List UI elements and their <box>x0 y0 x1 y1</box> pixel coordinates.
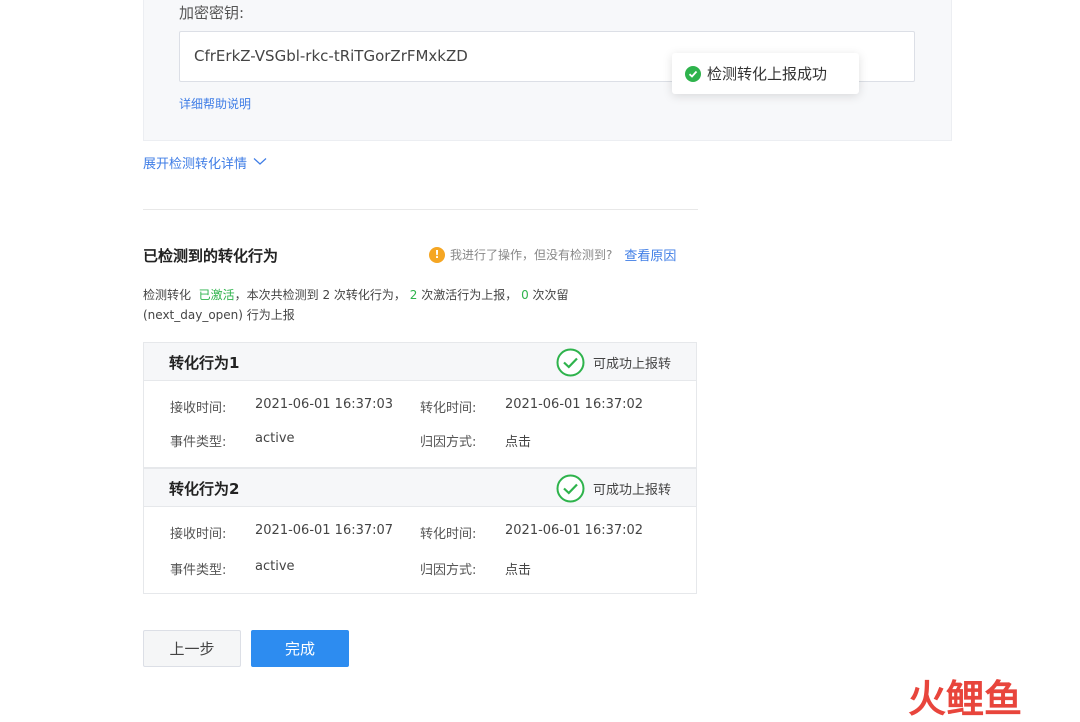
check-circle-icon <box>556 474 585 503</box>
card-title: 转化行为2 <box>169 480 240 498</box>
attribution-value: 点击 <box>505 563 532 578</box>
success-toast: 检测转化上报成功 <box>672 53 859 94</box>
check-circle-icon <box>556 348 585 377</box>
attribution-label: 归因方式: <box>420 435 477 450</box>
event-type-label: 事件类型: <box>170 563 227 578</box>
hint-text: 我进行了操作，但没有检测到? <box>450 248 613 262</box>
convert-time-value: 2021-06-01 16:37:02 <box>505 397 644 412</box>
prev-step-button[interactable]: 上一步 <box>143 630 241 667</box>
receive-time-value: 2021-06-01 16:37:07 <box>255 523 394 538</box>
view-reason-link[interactable]: 查看原因 <box>624 245 676 264</box>
card-header: 转化行为1 可成功上报转 <box>144 343 696 381</box>
convert-time-value: 2021-06-01 16:37:02 <box>505 523 644 538</box>
encryption-key-label: 加密密钥: <box>179 4 245 22</box>
receive-time-label: 接收时间: <box>170 401 227 416</box>
event-type-value: active <box>255 431 295 446</box>
help-link[interactable]: 详细帮助说明 <box>179 95 251 112</box>
expand-details-label: 展开检测转化详情 <box>143 157 248 172</box>
svg-text:火鲤鱼: 火鲤鱼 <box>908 677 1022 718</box>
activation-status: 已激活 <box>198 288 235 302</box>
attribution-label: 归因方式: <box>420 563 477 578</box>
toast-message: 检测转化上报成功 <box>707 65 828 83</box>
event-type-label: 事件类型: <box>170 435 227 450</box>
card-header: 转化行为2 可成功上报转 <box>144 469 696 507</box>
card-status-text: 可成功上报转 <box>592 357 671 372</box>
conversion-card: 转化行为2 可成功上报转 接收时间: 2021-06-01 16:37:07 转… <box>143 468 697 594</box>
not-detected-hint: ! 我进行了操作，但没有检测到? 查看原因 <box>429 245 676 264</box>
receive-time-value: 2021-06-01 16:37:03 <box>255 397 394 412</box>
card-status: 可成功上报转 <box>556 348 671 377</box>
card-status-text: 可成功上报转 <box>592 483 671 498</box>
warning-icon: ! <box>429 246 445 263</box>
convert-time-label: 转化时间: <box>420 401 477 416</box>
section-divider <box>143 209 698 210</box>
success-check-icon <box>685 65 701 82</box>
receive-time-label: 接收时间: <box>170 527 227 542</box>
detected-section-title: 已检测到的转化行为 <box>143 247 279 265</box>
done-button[interactable]: 完成 <box>251 630 349 667</box>
chevron-down-icon <box>253 155 267 170</box>
convert-time-label: 转化时间: <box>420 527 477 542</box>
card-status: 可成功上报转 <box>556 474 671 503</box>
card-title: 转化行为1 <box>169 354 240 372</box>
attribution-value: 点击 <box>505 435 532 450</box>
event-type-value: active <box>255 559 295 574</box>
detection-summary: 检测转化 已激活，本次共检测到 2 次转化行为， 2 次激活行为上报， 0 次次… <box>143 288 569 322</box>
watermark-logo: 火鲤鱼 <box>908 676 1058 718</box>
conversion-card: 转化行为1 可成功上报转 接收时间: 2021-06-01 16:37:03 转… <box>143 342 697 468</box>
watermark-logo-mark: 火鲤鱼 <box>908 677 1022 718</box>
expand-details-link[interactable]: 展开检测转化详情 <box>143 153 267 172</box>
